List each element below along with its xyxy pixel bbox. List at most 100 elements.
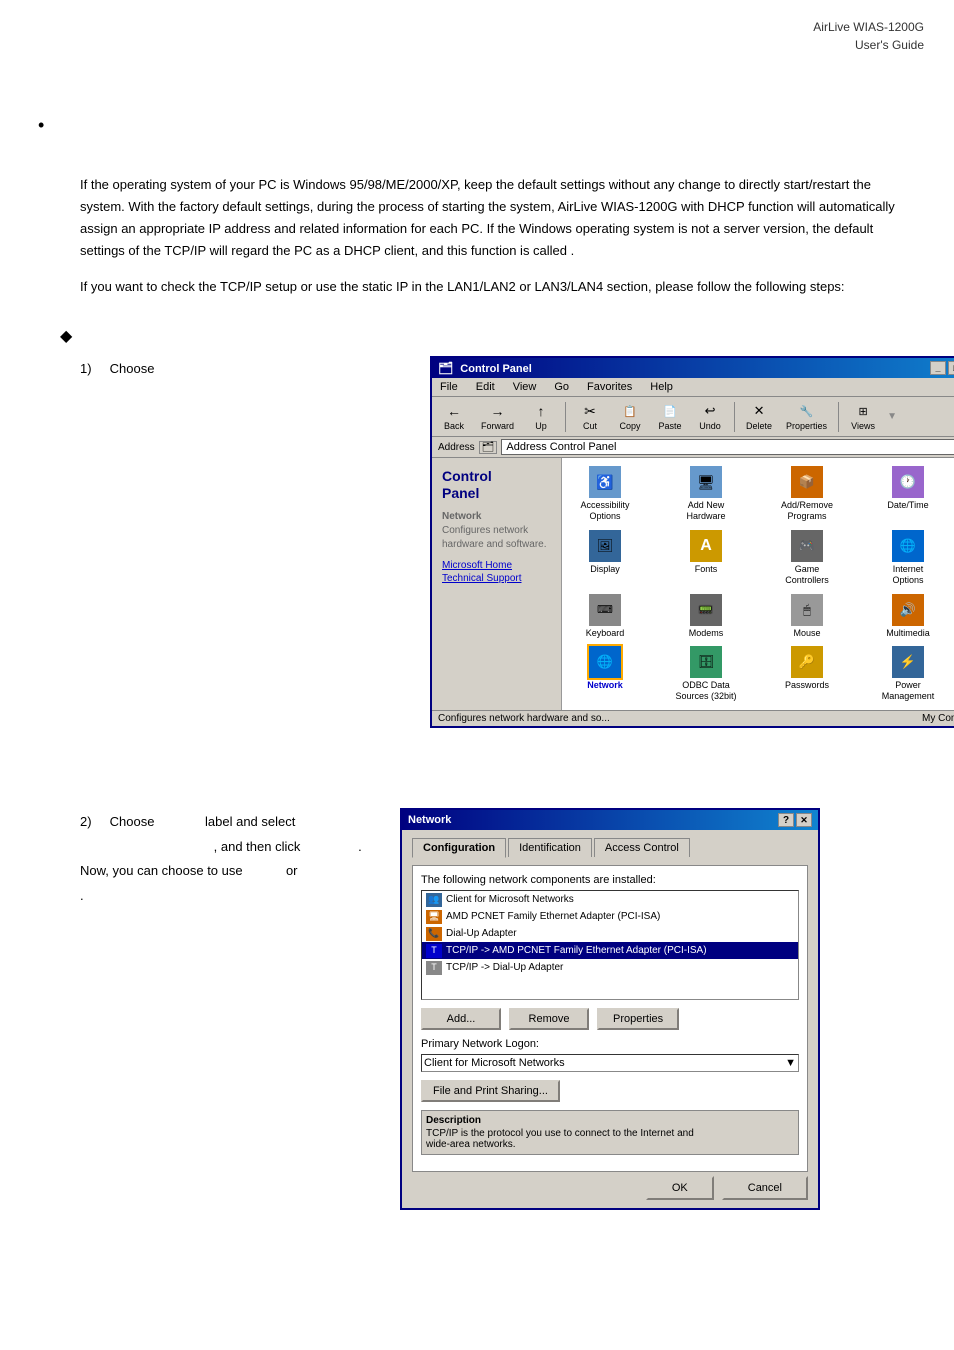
toolbar-cut[interactable]: ✂ Cut	[572, 399, 608, 434]
step1-label: Choose	[110, 361, 155, 376]
sidebar-technical-support-link[interactable]: Technical Support	[442, 573, 551, 584]
step2-choose: Choose	[110, 814, 155, 829]
icon-multimedia[interactable]: 🔊 Multimedia	[873, 594, 943, 639]
primary-logon-label: Primary Network Logon:	[421, 1038, 799, 1050]
step2-label-select: label and select	[205, 814, 295, 829]
step2-text: 2) Choose label and select , and then cl…	[80, 808, 380, 909]
network-dialog-screenshot: Network ? ✕ Configuration Identification…	[400, 808, 820, 1210]
intro-paragraph2: If you want to check the TCP/IP setup or…	[80, 276, 914, 298]
step2-or: or	[286, 863, 298, 878]
win-body: ControlPanel Network Configures networkh…	[432, 458, 954, 710]
menu-favorites[interactable]: Favorites	[583, 380, 636, 394]
step1-text: 1) Choose	[80, 356, 410, 380]
properties-button[interactable]: Properties	[597, 1008, 679, 1030]
icon-mouse[interactable]: 🖱 Mouse	[772, 594, 842, 639]
icon-add-hardware[interactable]: 🖥 Add NewHardware	[671, 466, 741, 522]
network-list[interactable]: 👥 Client for Microsoft Networks 🖥 AMD PC…	[421, 890, 799, 1000]
menu-go[interactable]: Go	[550, 380, 573, 394]
win-statusbar: Configures network hardware and so... My…	[432, 710, 954, 726]
toolbar-forward[interactable]: → Forward	[476, 399, 519, 434]
win-titlebar: 🗂 Control Panel _ □ ✕	[432, 358, 954, 378]
add-button[interactable]: Add...	[421, 1008, 501, 1030]
win-icons-area: ♿ AccessibilityOptions 🖥 Add NewHardware…	[562, 458, 954, 710]
step2-number: 2)	[80, 814, 92, 829]
step2-then-click: , and then click	[214, 839, 301, 854]
dialog-title: Network	[408, 814, 451, 826]
address-input[interactable]: Address Control Panel	[501, 439, 954, 455]
tab-configuration[interactable]: Configuration	[412, 838, 506, 858]
dialog-tabs: Configuration Identification Access Cont…	[412, 838, 808, 857]
step2-now-choose: Now, you can choose to use	[80, 863, 243, 878]
toolbar-delete[interactable]: ✕ Delete	[741, 399, 777, 434]
menu-file[interactable]: File	[436, 380, 462, 394]
step2-section: 2) Choose label and select , and then cl…	[80, 808, 914, 1210]
dialog-close-button[interactable]: ✕	[796, 813, 812, 827]
icon-game-controllers[interactable]: 🎮 GameControllers	[772, 530, 842, 586]
net-item-tcpip-amd[interactable]: T TCP/IP -> AMD PCNET Family Ethernet Ad…	[422, 942, 798, 959]
net-item-amd-pcnet[interactable]: 🖥 AMD PCNET Family Ethernet Adapter (PCI…	[422, 908, 798, 925]
menu-view[interactable]: View	[509, 380, 541, 394]
icon-display[interactable]: 🖼 Display	[570, 530, 640, 586]
win-address-bar: Address 🗂 Address Control Panel ▼	[432, 437, 954, 458]
ok-button[interactable]: OK	[646, 1176, 714, 1200]
win-title: 🗂 Control Panel	[438, 361, 532, 375]
maximize-button[interactable]: □	[948, 361, 954, 375]
dialog-titlebar-buttons: ? ✕	[778, 813, 812, 827]
menu-help[interactable]: Help	[646, 380, 677, 394]
icon-network[interactable]: 🌐 Network	[570, 646, 640, 702]
icon-power-management[interactable]: ⚡ PowerManagement	[873, 646, 943, 702]
dialog-tab-content: The following network components are ins…	[412, 865, 808, 1172]
sidebar-microsoft-home-link[interactable]: Microsoft Home	[442, 560, 551, 571]
icon-internet-options[interactable]: 🌐 InternetOptions	[873, 530, 943, 586]
address-icon: 🗂	[479, 441, 498, 454]
step2-line2-end: .	[358, 839, 362, 854]
icon-modems[interactable]: 📟 Modems	[671, 594, 741, 639]
toolbar-paste[interactable]: 📄 Paste	[652, 399, 688, 434]
net-item-tcpip-dialup[interactable]: T TCP/IP -> Dial-Up Adapter	[422, 959, 798, 976]
win-menubar: File Edit View Go Favorites Help	[432, 378, 954, 397]
toolbar-undo[interactable]: ↩ Undo	[692, 399, 728, 434]
tab-identification[interactable]: Identification	[508, 838, 592, 857]
net-item-dialup[interactable]: 📞 Dial-Up Adapter	[422, 925, 798, 942]
win-sidebar: ControlPanel Network Configures networkh…	[432, 458, 562, 710]
sharing-button[interactable]: File and Print Sharing...	[421, 1080, 560, 1102]
icon-keyboard[interactable]: ⌨ Keyboard	[570, 594, 640, 639]
remove-button[interactable]: Remove	[509, 1008, 589, 1030]
icon-accessibility[interactable]: ♿ AccessibilityOptions	[570, 466, 640, 522]
header-line2: User's Guide	[855, 38, 924, 52]
tab-access-control[interactable]: Access Control	[594, 838, 690, 857]
sidebar-panel-title: ControlPanel	[442, 468, 551, 502]
icon-fonts[interactable]: A Fonts	[671, 530, 741, 586]
sidebar-network-section: Network Configures networkhardware and s…	[442, 510, 551, 552]
statusbar-computer: My Computer	[922, 713, 954, 724]
icon-add-remove-programs[interactable]: 📦 Add/RemovePrograms	[772, 466, 842, 522]
statusbar-text: Configures network hardware and so...	[438, 713, 610, 724]
bullet-point: •	[38, 115, 44, 136]
step1-section: 1) Choose 🗂 Control Panel _ □ ✕	[80, 356, 914, 728]
main-content: If the operating system of your PC is Wi…	[0, 174, 954, 1210]
toolbar-up[interactable]: ↑ Up	[523, 399, 559, 434]
dialog-titlebar: Network ? ✕	[402, 810, 818, 830]
toolbar-back[interactable]: ← Back	[436, 399, 472, 434]
toolbar-properties[interactable]: 🔧 Properties	[781, 399, 832, 434]
dialog-intro-text: The following network components are ins…	[421, 874, 799, 886]
diamond-bullet: ◆	[60, 326, 914, 346]
dialog-question-button[interactable]: ?	[778, 813, 794, 827]
description-box: Description TCP/IP is the protocol you u…	[421, 1110, 799, 1155]
menu-edit[interactable]: Edit	[472, 380, 499, 394]
control-panel-screenshot: 🗂 Control Panel _ □ ✕ File Edit View Go …	[430, 356, 954, 728]
toolbar-views[interactable]: ⊞ Views	[845, 399, 881, 434]
win-titlebar-buttons: _ □ ✕	[930, 361, 954, 375]
cancel-button[interactable]: Cancel	[722, 1176, 808, 1200]
icon-odbc[interactable]: 🗄 ODBC DataSources (32bit)	[671, 646, 741, 702]
page-header: AirLive WIAS-1200G User's Guide	[0, 0, 954, 64]
minimize-button[interactable]: _	[930, 361, 946, 375]
intro-paragraph1: If the operating system of your PC is Wi…	[80, 174, 914, 262]
description-title: Description	[426, 1115, 794, 1126]
toolbar-copy[interactable]: 📋 Copy	[612, 399, 648, 434]
net-item-client[interactable]: 👥 Client for Microsoft Networks	[422, 891, 798, 908]
win-toolbar: ← Back → Forward ↑ Up ✂ Cut 📋	[432, 397, 954, 437]
icon-passwords[interactable]: 🔑 Passwords	[772, 646, 842, 702]
primary-logon-select[interactable]: Client for Microsoft Networks ▼	[421, 1054, 799, 1072]
icon-datetime[interactable]: 🕐 Date/Time	[873, 466, 943, 522]
